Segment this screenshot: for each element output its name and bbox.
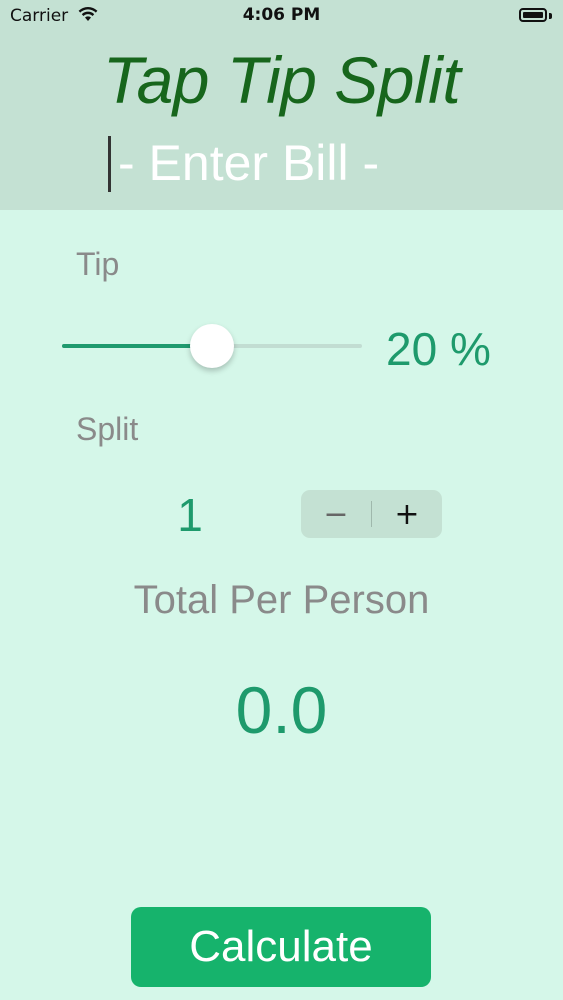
battery-icon — [519, 8, 547, 22]
increment-button[interactable]: + — [372, 490, 442, 538]
tip-slider[interactable] — [62, 321, 362, 371]
tip-percent-value: 20 % — [386, 323, 491, 375]
tip-label: Tip — [76, 246, 120, 282]
clock: 4:06 PM — [242, 5, 321, 25]
bill-input[interactable] — [108, 132, 528, 194]
text-cursor — [108, 136, 111, 192]
split-count: 1 — [177, 489, 203, 541]
total-per-person-label: Total Per Person — [133, 578, 430, 622]
header: Carrier 4:06 PM Tap Tip Split — [0, 0, 563, 210]
decrement-button[interactable]: − — [301, 490, 371, 538]
total-per-person-value: 0.0 — [235, 673, 328, 747]
battery-tip — [549, 13, 552, 19]
calculate-button[interactable]: Calculate — [131, 907, 431, 987]
split-label: Split — [76, 411, 139, 447]
slider-thumb[interactable] — [190, 324, 234, 368]
status-bar: Carrier 4:06 PM — [0, 0, 563, 34]
split-stepper: − + — [301, 490, 442, 538]
app-title: Tap Tip Split — [102, 43, 461, 117]
